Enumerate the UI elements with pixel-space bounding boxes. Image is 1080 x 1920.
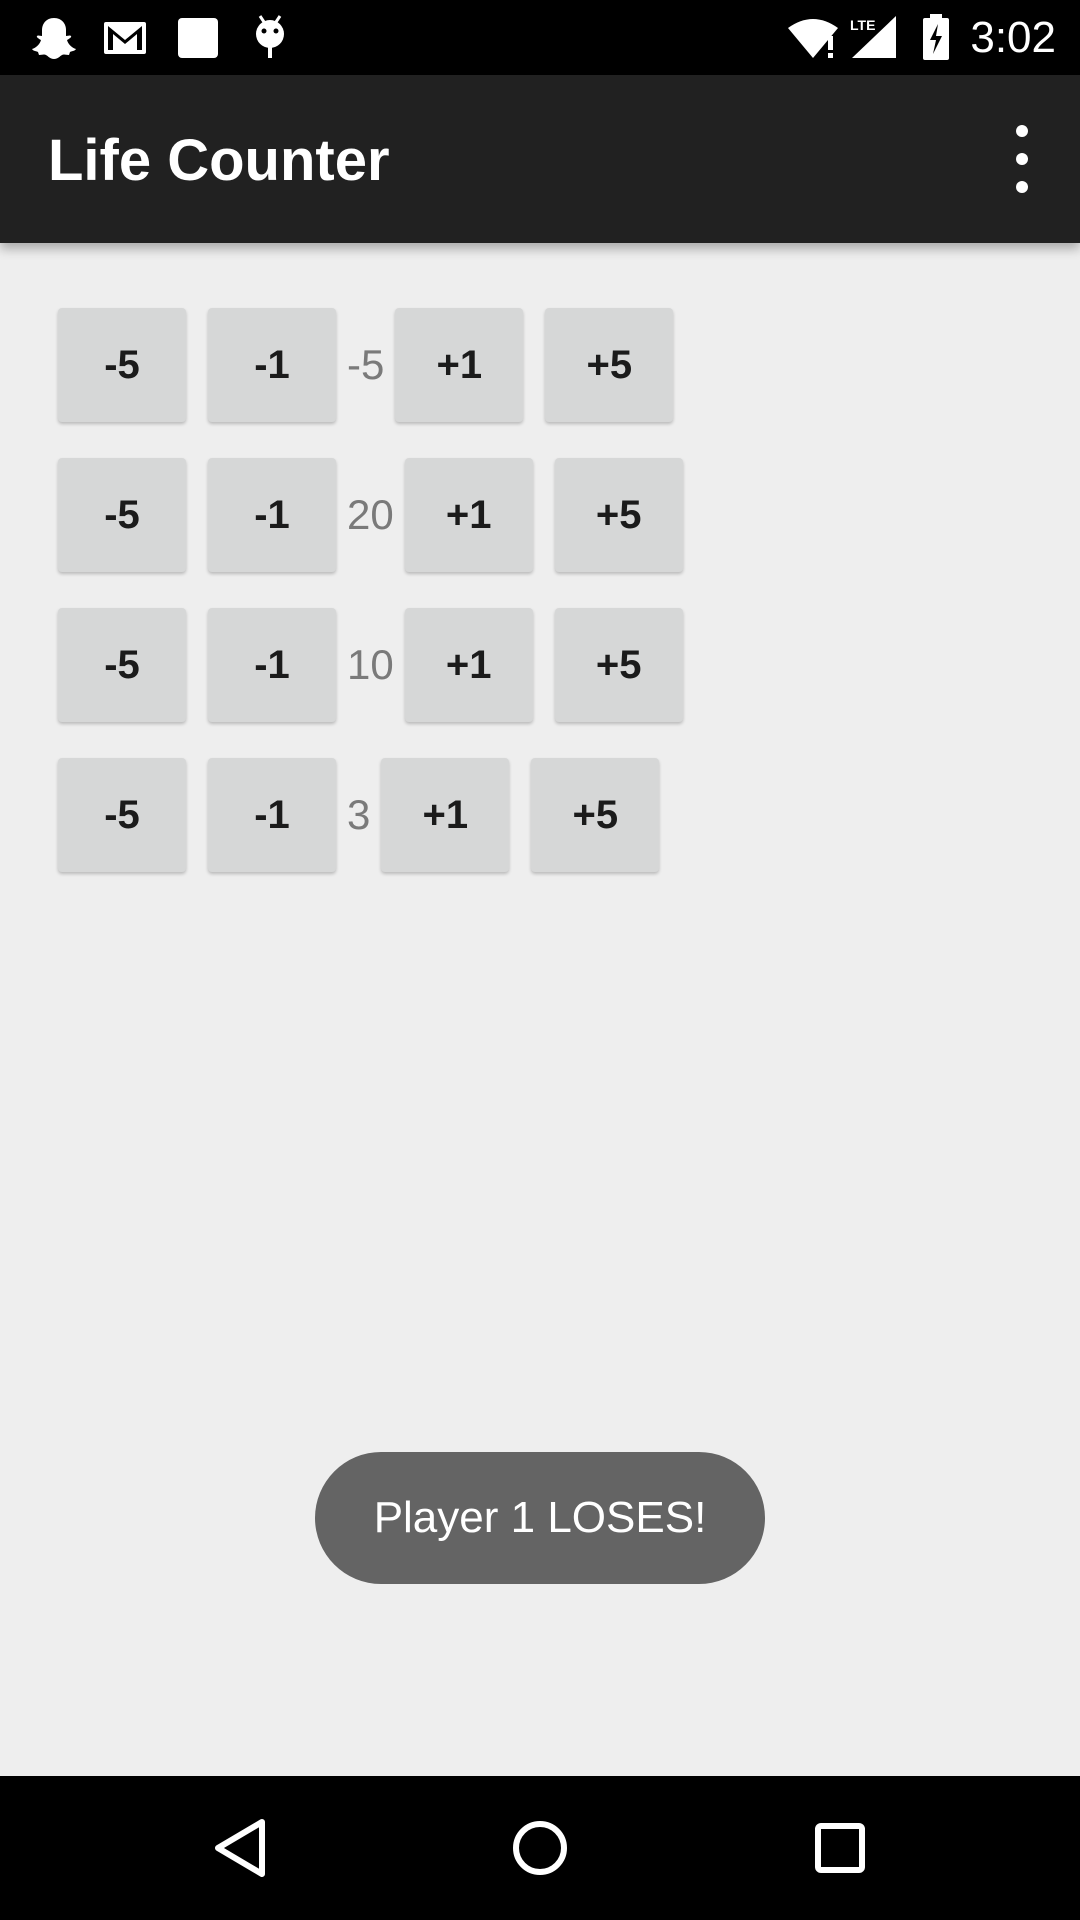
- counter-list: -5 -1 -5 +1 +5 -5 -1 20 +1 +5 -5 -1 10 +…: [58, 308, 683, 908]
- status-time: 3:02: [970, 13, 1056, 62]
- plus-1-button[interactable]: +1: [381, 758, 510, 872]
- plus-1-button[interactable]: +1: [404, 608, 533, 722]
- home-icon[interactable]: [460, 1776, 620, 1920]
- counter-row-player-1: -5 -1 -5 +1 +5: [58, 308, 683, 422]
- life-total: 10: [347, 641, 394, 688]
- back-icon[interactable]: [160, 1776, 320, 1920]
- minus-1-button[interactable]: -1: [208, 308, 336, 422]
- more-vert-icon[interactable]: [992, 125, 1052, 193]
- android-debug-icon: [256, 15, 284, 58]
- toast-message: Player 1 LOSES!: [315, 1452, 765, 1584]
- battery-charging-icon: [923, 14, 949, 60]
- counter-row-player-4: -5 -1 3 +1 +5: [58, 758, 683, 872]
- counter-row-player-3: -5 -1 10 +1 +5: [58, 608, 683, 722]
- minus-5-button[interactable]: -5: [58, 308, 186, 422]
- navigation-bar: [0, 1776, 1080, 1920]
- snapchat-icon: [32, 18, 76, 59]
- counter-row-player-2: -5 -1 20 +1 +5: [58, 458, 683, 572]
- minus-1-button[interactable]: -1: [208, 458, 336, 572]
- life-total: -5: [347, 341, 385, 388]
- recents-icon[interactable]: [760, 1776, 920, 1920]
- app-bar: Life Counter: [0, 75, 1080, 243]
- wifi-alert-icon: [788, 19, 838, 58]
- notification-square-icon: [178, 18, 218, 58]
- plus-5-button[interactable]: +5: [554, 458, 683, 572]
- minus-1-button[interactable]: -1: [208, 608, 336, 722]
- plus-1-button[interactable]: +1: [404, 458, 533, 572]
- lte-signal-icon: LTE: [850, 16, 896, 58]
- plus-1-button[interactable]: +1: [395, 308, 524, 422]
- plus-5-button[interactable]: +5: [545, 308, 674, 422]
- life-total: 20: [347, 491, 394, 538]
- minus-5-button[interactable]: -5: [58, 758, 186, 872]
- svg-text:LTE: LTE: [850, 17, 875, 33]
- status-bar: LTE 3:02: [0, 0, 1080, 75]
- life-total: 3: [347, 791, 371, 838]
- minus-5-button[interactable]: -5: [58, 608, 186, 722]
- app-title: Life Counter: [48, 128, 390, 193]
- minus-5-button[interactable]: -5: [58, 458, 186, 572]
- plus-5-button[interactable]: +5: [531, 758, 660, 872]
- gmail-icon: [104, 22, 146, 54]
- minus-1-button[interactable]: -1: [208, 758, 336, 872]
- plus-5-button[interactable]: +5: [554, 608, 683, 722]
